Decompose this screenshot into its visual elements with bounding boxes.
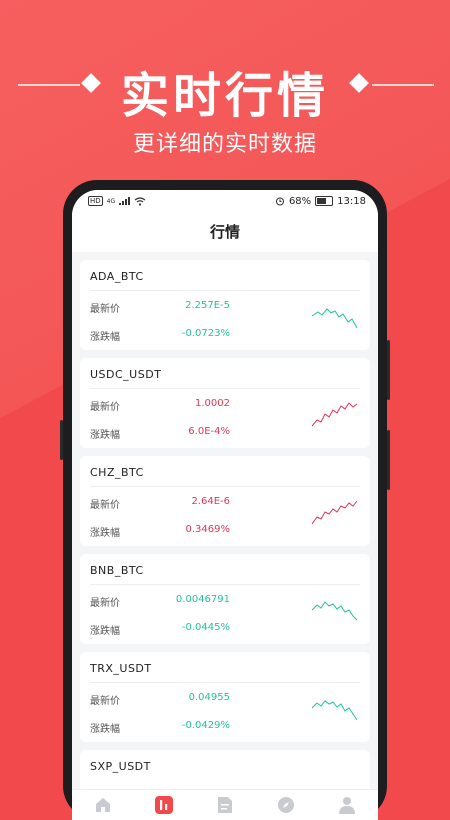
card-divider: [90, 682, 360, 683]
tab-home[interactable]: [92, 794, 114, 816]
phone-side-button-right: [387, 340, 390, 400]
market-symbol: CHZ_BTC: [90, 466, 144, 479]
alarm-icon: [275, 197, 284, 206]
sparkline-chart: [312, 601, 358, 621]
price-value: 1.0002: [195, 398, 230, 409]
phone-side-button-left: [60, 420, 63, 460]
change-label: 涨跌幅: [90, 528, 120, 539]
price-value: 2.257E-5: [185, 300, 230, 311]
status-bar: HD 4G 68% 13:18: [72, 190, 378, 212]
change-label: 涨跌幅: [90, 724, 120, 735]
phone-side-button-right-2: [387, 430, 390, 490]
tab-discover[interactable]: [275, 794, 297, 816]
tab-market[interactable]: [153, 794, 175, 816]
compass-icon: [278, 797, 295, 813]
market-card[interactable]: TRX_USDT 最新价 0.04955 涨跌幅 -0.0429%: [80, 652, 370, 742]
price-value: 2.64E-6: [191, 496, 230, 507]
hero-title: 实时行情: [120, 68, 329, 124]
hero-line-right: [372, 84, 434, 86]
home-icon: [95, 798, 110, 812]
market-symbol: TRX_USDT: [90, 662, 152, 675]
hero-subtitle: 更详细的实时数据: [132, 132, 317, 157]
price-label: 最新价: [90, 402, 120, 413]
market-icon: [154, 796, 173, 814]
change-label: 涨跌幅: [90, 626, 120, 637]
market-symbol: USDC_USDT: [90, 368, 162, 381]
card-divider: [90, 290, 360, 291]
change-value: 6.0E-4%: [188, 426, 230, 437]
network-label: 4G: [106, 197, 116, 205]
hd-badge: HD: [88, 196, 103, 206]
change-label: 涨跌幅: [90, 430, 120, 441]
sparkline-chart: [312, 308, 358, 329]
card-divider: [90, 388, 360, 389]
phone-frame: HD 4G 68% 13:18 行情 ADA_BTC 最新价 2.257E-5 …: [60, 180, 390, 820]
page-title: 行情: [72, 212, 378, 252]
change-value: 0.3469%: [185, 524, 231, 535]
price-value: 0.04955: [188, 692, 230, 703]
market-card[interactable]: BNB_BTC 最新价 0.0046791 涨跌幅 -0.0445%: [80, 554, 370, 644]
price-value: 0.0046791: [175, 594, 230, 605]
card-divider: [90, 486, 360, 487]
market-symbol: SXP_USDT: [90, 760, 151, 773]
change-value: -0.0723%: [181, 328, 230, 339]
status-time: 13:18: [337, 195, 366, 207]
tab-documents[interactable]: [214, 794, 236, 816]
market-symbol: BNB_BTC: [90, 564, 144, 577]
wifi-icon: [134, 196, 146, 206]
market-list: ADA_BTC 最新价 2.257E-5 涨跌幅 -0.0723% USDC_U…: [72, 252, 378, 810]
sparkline-chart: [312, 500, 358, 525]
sparkline-chart: [312, 700, 358, 721]
phone-screen: HD 4G 68% 13:18 行情 ADA_BTC 最新价 2.257E-5 …: [72, 190, 378, 820]
signal-icon: [119, 197, 131, 205]
price-label: 最新价: [90, 598, 120, 609]
card-divider: [90, 584, 360, 585]
price-label: 最新价: [90, 696, 120, 707]
sparkline-chart: [312, 402, 358, 427]
tab-profile[interactable]: [336, 794, 358, 816]
battery-icon: [315, 196, 334, 206]
market-card[interactable]: ADA_BTC 最新价 2.257E-5 涨跌幅 -0.0723%: [80, 260, 370, 350]
market-symbol: ADA_BTC: [90, 270, 144, 283]
user-icon: [339, 797, 356, 814]
price-label: 最新价: [90, 304, 120, 315]
bottom-tab-bar: [72, 789, 378, 820]
change-label: 涨跌幅: [90, 332, 120, 343]
market-card[interactable]: CHZ_BTC 最新价 2.64E-6 涨跌幅 0.3469%: [80, 456, 370, 546]
change-value: -0.0445%: [181, 622, 230, 633]
price-label: 最新价: [90, 500, 120, 511]
battery-percent: 68%: [288, 195, 312, 207]
document-icon: [217, 797, 232, 813]
market-card[interactable]: USDC_USDT 最新价 1.0002 涨跌幅 6.0E-4%: [80, 358, 370, 448]
change-value: -0.0429%: [181, 720, 230, 731]
